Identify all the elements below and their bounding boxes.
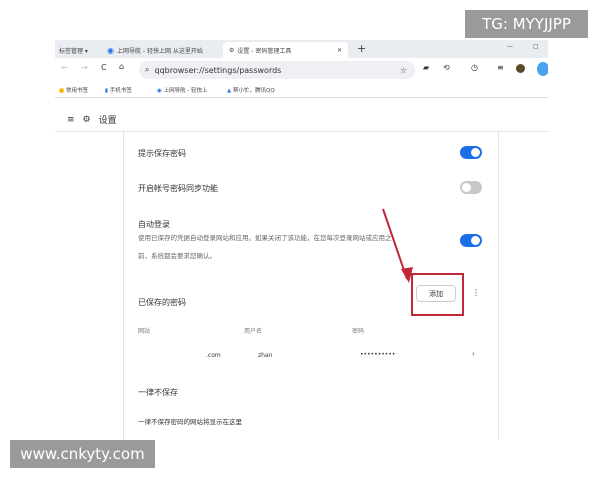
offer-save-toggle[interactable] (460, 146, 482, 159)
tab-bookmark-manager[interactable]: 标签管理 ▾ (59, 42, 88, 58)
close-icon[interactable]: ✕ (337, 47, 342, 54)
settings-header: ≡ ⚙ 设置 (55, 108, 548, 132)
password-settings-card: 提示保存密码 开启帐号密码同步功能 自动登录 使用已保存的凭据自动登录网站和应用… (123, 132, 499, 440)
sync-toggle[interactable] (460, 181, 482, 194)
more-options-icon[interactable]: ⋮ (472, 288, 480, 297)
share-icon[interactable]: ⟲ (443, 63, 450, 72)
url-text: qqbrowser://settings/passwords (154, 65, 282, 75)
auto-login-desc: 使用已保存的凭据自动登录网站和应用。如果关闭了该功能，在您每次登录网站或应用之 (138, 234, 392, 242)
tab-label: 上网导航 - 轻快上网 从这里开始 (116, 47, 203, 55)
menu-icon[interactable]: ≡ (497, 63, 504, 72)
never-save-title: 一律不保存 (138, 388, 178, 397)
assistant-icon[interactable] (537, 62, 548, 76)
saved-passwords-title: 已保存的密码 (138, 298, 186, 307)
red-arrow-annotation (382, 208, 413, 283)
offer-save-label: 提示保存密码 (138, 149, 186, 158)
home-icon[interactable]: ⌂ (119, 62, 124, 71)
back-icon[interactable]: ← (61, 63, 68, 72)
forward-icon[interactable]: → (81, 63, 88, 72)
qq-browser-icon: ◉ (107, 45, 114, 55)
tab-label: 设置 - 密码管理工具 (237, 47, 292, 55)
column-site: 网站 (138, 328, 151, 335)
bookmark-item[interactable]: ■ 常用书签 (59, 86, 88, 94)
row-username: zhan (258, 352, 273, 359)
bookmark-item[interactable]: ▮ 手机书签 (105, 86, 132, 94)
watermark-top-right: TG: MYYJJPP (465, 10, 588, 38)
star-icon[interactable]: ☆ (400, 66, 407, 75)
never-save-empty: 一律不保存密码的网站将显示在这里 (138, 418, 242, 426)
menu-icon[interactable]: ≡ (67, 115, 75, 125)
bookmarks-bar: ■ 常用书签 ▮ 手机书签 ◉ 上网导航 - 轻快上 ▲ 帮小忙，腾讯QQ (55, 82, 548, 98)
toolbar: ← → C ⌂ ⌕ qqbrowser://settings/passwords ☆… (55, 58, 548, 82)
watermark-bottom-left: www.cnkyty.com (10, 440, 155, 468)
auto-login-desc-2: 前，系统都会要求您确认。 (138, 252, 216, 260)
auto-login-toggle[interactable] (460, 234, 482, 247)
row-password: •••••••••• (360, 351, 396, 358)
minimize-icon[interactable]: — (507, 43, 513, 50)
maximize-icon[interactable]: ▢ (533, 43, 539, 50)
add-password-button[interactable]: 添加 (416, 285, 456, 302)
gear-icon: ⚙ (82, 114, 91, 125)
tab-navigation[interactable]: ◉ 上网导航 - 轻快上网 从这里开始 (107, 42, 203, 58)
auto-login-label: 自动登录 (138, 220, 170, 229)
gear-icon: ⚙ (229, 46, 235, 54)
sync-label: 开启帐号密码同步功能 (138, 184, 218, 193)
tab-label: 标签管理 ▾ (59, 47, 88, 55)
new-tab-button[interactable]: + (357, 42, 366, 55)
bookmark-item[interactable]: ◉ 上网导航 - 轻快上 (157, 86, 208, 94)
address-bar[interactable]: ⌕ qqbrowser://settings/passwords ☆ (139, 61, 415, 79)
column-password: 密码 (352, 328, 365, 335)
row-site: .com (206, 352, 221, 359)
page-title: 设置 (98, 116, 117, 126)
search-icon: ⌕ (145, 65, 150, 74)
reload-icon[interactable]: C (101, 63, 107, 72)
browser-window: 标签管理 ▾ ◉ 上网导航 - 轻快上网 从这里开始 ⚙ 设置 - 密码管理工具 ✕ … (55, 40, 548, 440)
bookmark-item[interactable]: ▲ 帮小忙，腾讯QQ (227, 86, 275, 94)
history-icon[interactable]: ◷ (471, 63, 478, 72)
extension-icon[interactable]: ▰ (423, 63, 429, 72)
tab-bar: 标签管理 ▾ ◉ 上网导航 - 轻快上网 从这里开始 ⚙ 设置 - 密码管理工具 ✕ … (55, 40, 548, 58)
column-username: 用户名 (244, 328, 263, 335)
tab-settings[interactable]: ⚙ 设置 - 密码管理工具 ✕ (223, 42, 348, 58)
avatar[interactable] (516, 64, 525, 73)
chevron-right-icon[interactable]: › (472, 350, 475, 358)
